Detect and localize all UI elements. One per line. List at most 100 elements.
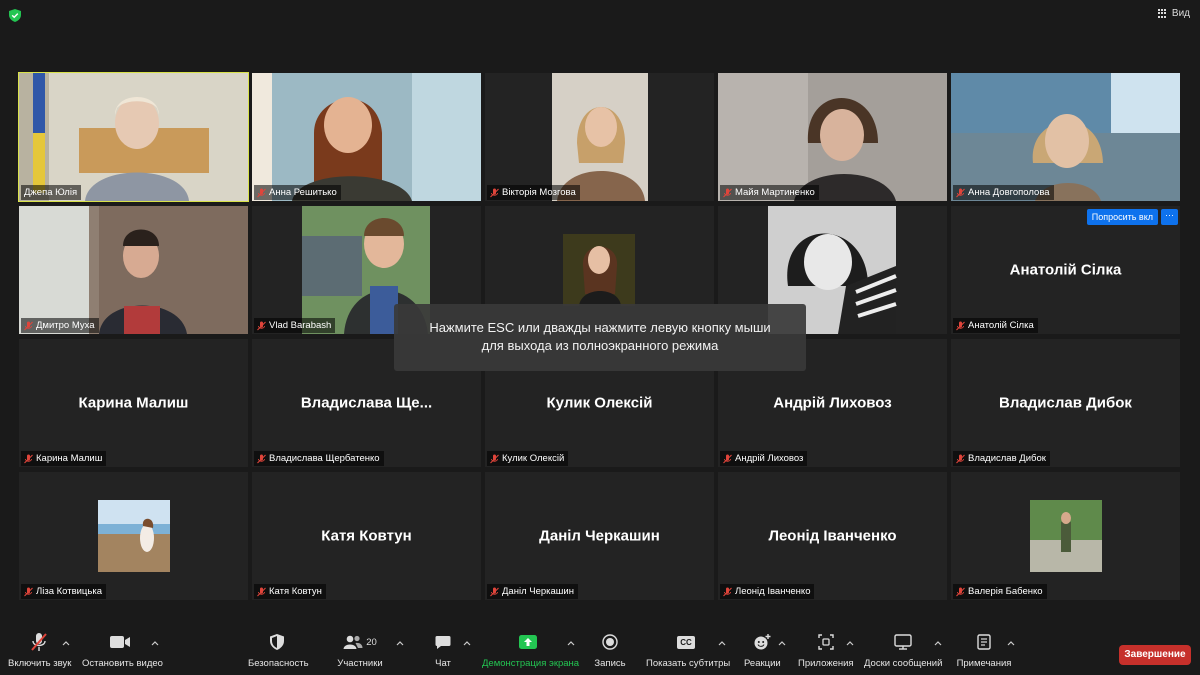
participant-name-label: Дмитро Муха [21,318,99,333]
audio-options-caret-icon[interactable] [62,640,70,646]
gallery-grid-icon [1157,8,1168,19]
end-meeting-button[interactable]: Завершение [1119,645,1191,665]
security-button[interactable]: Безопасность [248,630,309,669]
chat-bubble-icon [435,635,451,649]
mic-muted-icon [723,454,732,463]
participant-name-label: Карина Малиш [21,451,107,466]
participant-video [252,73,481,201]
mic-muted-icon [24,454,33,463]
hint-line-1: Нажмите ESC или дважды нажмите левую кно… [429,320,771,335]
unmute-button[interactable]: Включить звук [8,630,71,669]
participant-tile[interactable]: Леонід Іванченко Леонід Іванченко [718,472,947,600]
participant-name-label: Джепа Юлія [21,185,82,200]
participant-tile[interactable]: Анна Решитько [252,73,481,201]
mic-muted-icon [956,454,965,463]
whiteboards-button[interactable]: Доски сообщений [864,630,942,669]
participant-name-label: Валерія Бабенко [953,584,1047,599]
notes-button[interactable]: Примечания [956,630,1012,669]
participant-tile[interactable]: Катя Ковтун Катя Ковтун [252,472,481,600]
reactions-caret-icon[interactable] [778,640,786,646]
view-button[interactable]: Вид [1157,8,1190,19]
fullscreen-exit-hint: Нажмите ESC или дважды нажмите левую кно… [394,304,806,371]
participant-name-label: Вікторія Мозгова [487,185,580,200]
chat-caret-icon[interactable] [463,640,471,646]
mic-muted-icon [257,587,266,596]
mic-muted-icon [723,188,732,197]
captions-caret-icon[interactable] [718,640,726,646]
participant-tile[interactable]: Вікторія Мозгова [485,73,714,201]
mic-muted-icon [24,587,33,596]
mic-muted-icon [257,188,266,197]
participant-name-label: Андрій Лиховоз [720,451,808,466]
security-shield-icon [270,634,284,650]
hint-line-2: для выхода из полноэкранного режима [481,338,719,353]
captions-button[interactable]: CC Показать субтитры [646,630,730,669]
profile-photo [98,500,170,572]
view-label: Вид [1171,8,1190,19]
record-button[interactable]: Запись [594,630,626,669]
notes-icon [977,634,991,650]
participant-display-name: Катя Ковтун [321,527,412,545]
participant-tile[interactable]: Джепа Юлія [18,72,249,202]
participant-display-name: Леонід Іванченко [768,527,897,545]
participant-tile[interactable]: Владислав Дибок Владислав Дибок [951,339,1180,467]
participant-video [485,73,714,201]
whiteboard-icon [894,634,912,650]
security-shield-icon[interactable] [9,9,21,22]
mic-muted-icon [956,188,965,197]
emoji-plus-icon [754,634,771,650]
participant-name-label: Майя Мартиненко [720,185,819,200]
ask-to-unmute-button[interactable]: Попросить вкл [1086,209,1158,225]
participant-tile[interactable]: Ліза Котвицька [19,472,248,600]
participants-button[interactable]: 20 Участники [336,630,384,669]
mic-muted-icon [257,321,266,330]
participant-name-label: Леонід Іванченко [720,584,815,599]
participant-display-name: Владислав Дибок [999,394,1132,412]
participant-tile[interactable]: Майя Мартиненко [718,73,947,201]
participant-name-label: Анна Решитько [254,185,341,200]
participants-count: 20 [366,636,377,648]
mic-muted-icon [956,587,965,596]
share-screen-button[interactable]: Демонстрация экрана [482,630,579,669]
whiteboards-caret-icon[interactable] [934,640,942,646]
participant-tile[interactable]: Карина Малиш Карина Малиш [19,339,248,467]
participant-name-label: Ліза Котвицька [21,584,106,599]
participant-name-label: Владислава Щербатенко [254,451,384,466]
participant-video [951,73,1180,201]
mic-muted-icon [257,454,266,463]
mic-muted-icon [31,633,47,651]
meeting-toolbar: Включить звук Остановить видео Безопасно… [0,630,1200,675]
participants-icon [343,635,363,649]
apps-button[interactable]: Приложения [798,630,854,669]
participants-caret-icon[interactable] [396,640,404,646]
more-options-button[interactable]: ··· [1161,209,1178,225]
mic-muted-icon [956,321,965,330]
participant-display-name: Кулик Олексій [546,394,653,412]
reactions-button[interactable]: Реакции [744,630,781,669]
top-bar: Вид [0,0,1200,30]
video-camera-icon [110,636,130,648]
stop-video-button[interactable]: Остановить видео [82,630,163,669]
participant-name-label: Анатолій Сілка [953,318,1038,333]
participant-video [19,206,248,334]
chat-button[interactable]: Чат [430,630,456,669]
participant-display-name: Карина Малиш [78,394,189,412]
video-options-caret-icon[interactable] [151,640,159,646]
closed-captions-icon: CC [677,635,695,649]
share-caret-icon[interactable] [567,640,575,646]
participant-name-label: Кулик Олексій [487,451,569,466]
notes-caret-icon[interactable] [1007,640,1015,646]
participant-tile[interactable]: Анна Довгополова [951,73,1180,201]
mic-muted-icon [490,188,499,197]
profile-photo [1030,500,1102,572]
participant-tile[interactable]: Даніл Черкашин Даніл Черкашин [485,472,714,600]
apps-caret-icon[interactable] [846,640,854,646]
participant-tile[interactable]: Попросить вкл ··· Анатолій Сілка Анатолі… [951,206,1180,334]
participant-video [19,73,248,201]
participant-display-name: Анатолій Сілка [1009,261,1122,279]
mic-muted-icon [490,454,499,463]
participant-tile[interactable]: Валерія Бабенко [951,472,1180,600]
participant-name-label: Даніл Черкашин [487,584,578,599]
participant-display-name: Андрій Лиховоз [773,394,892,412]
participant-tile[interactable]: Дмитро Муха [19,206,248,334]
